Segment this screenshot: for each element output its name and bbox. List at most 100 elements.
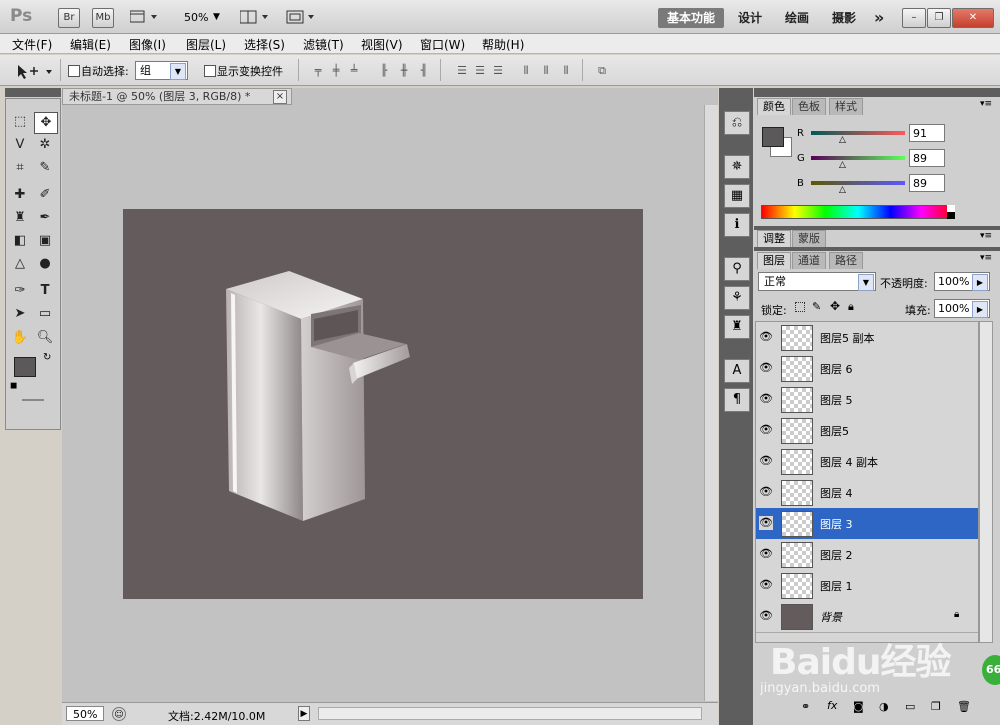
healing-brush-tool-icon[interactable]: ✚: [9, 185, 31, 205]
document-canvas[interactable]: [123, 209, 643, 599]
layer-row[interactable]: 👁︎ 图层 5: [756, 384, 978, 416]
tab-color[interactable]: 颜色: [757, 98, 791, 115]
dodge-tool-icon[interactable]: ●: [34, 254, 56, 274]
layer-row-background[interactable]: 👁︎ 背景 🔒︎: [756, 601, 978, 633]
opacity-field[interactable]: 100% ▶: [934, 272, 990, 291]
layers-panel-menu-icon[interactable]: ▾≡: [980, 253, 992, 263]
zoom-tool-icon[interactable]: 🔍︎: [34, 328, 56, 348]
layer-row[interactable]: 👁︎ 图层5: [756, 415, 978, 447]
layer-row[interactable]: 👁︎ 图层 1: [756, 570, 978, 602]
arrange-documents-menu[interactable]: [239, 9, 272, 25]
distribute-top-icon[interactable]: ☰: [454, 64, 470, 78]
align-bottom-icon[interactable]: ╧: [346, 64, 362, 78]
align-vcenter-icon[interactable]: ╪: [328, 64, 344, 78]
eraser-tool-icon[interactable]: ◧: [9, 231, 31, 251]
channel-g-value[interactable]: 89: [909, 149, 945, 167]
status-info-icon[interactable]: ☺: [112, 707, 126, 721]
channel-b-thumb[interactable]: △: [839, 185, 846, 195]
auto-select-dropdown[interactable]: 组 ▼: [135, 61, 188, 80]
lock-transparent-icon[interactable]: [795, 302, 805, 312]
eye-icon[interactable]: 👁︎: [759, 330, 773, 344]
layer-row-selected[interactable]: 👁︎ 图层 3: [756, 508, 978, 540]
layers-scrollbar[interactable]: [979, 321, 993, 643]
panel-menu-icon[interactable]: ▾≡: [980, 99, 992, 109]
foreground-color-swatch[interactable]: [14, 357, 36, 377]
show-transform-checkbox[interactable]: [204, 65, 216, 77]
eye-icon[interactable]: 👁︎: [759, 609, 773, 623]
color-fg-swatch[interactable]: [762, 127, 784, 147]
eye-icon[interactable]: 👁︎: [759, 454, 773, 468]
history-panel-icon[interactable]: ⎌: [724, 111, 750, 135]
type-tool-icon[interactable]: T: [34, 281, 56, 301]
histogram-panel-icon[interactable]: ▦: [724, 184, 750, 208]
menu-view[interactable]: 视图(V): [361, 36, 403, 53]
auto-select-checkbox[interactable]: [68, 65, 80, 77]
menu-layer[interactable]: 图层(L): [186, 36, 226, 53]
hand-tool-icon[interactable]: ✋: [9, 328, 31, 348]
tab-swatches[interactable]: 色板: [792, 98, 826, 115]
more-workspaces-button[interactable]: »: [874, 8, 884, 28]
layer-row[interactable]: 👁︎ 图层 6: [756, 353, 978, 385]
tab-adjustments[interactable]: 调整: [757, 230, 791, 247]
eye-icon[interactable]: 👁︎: [759, 423, 773, 437]
view-extras-menu[interactable]: [129, 9, 160, 25]
screen-mode-menu[interactable]: [286, 9, 318, 25]
tab-styles[interactable]: 样式: [829, 98, 863, 115]
move-tool-icon[interactable]: ✥: [34, 112, 58, 134]
clone-stamp-tool-icon[interactable]: ♜: [9, 208, 31, 228]
channel-r-value[interactable]: 91: [909, 124, 945, 142]
new-layer-icon[interactable]: ❐: [931, 700, 941, 713]
path-selection-tool-icon[interactable]: ➤: [9, 304, 31, 324]
character-panel-icon[interactable]: A: [724, 359, 750, 383]
mini-bridge-button[interactable]: Mb: [92, 8, 114, 28]
new-group-icon[interactable]: ▭: [905, 700, 915, 713]
distribute-hcenter-icon[interactable]: ⦀: [538, 64, 554, 78]
channel-b-value[interactable]: 89: [909, 174, 945, 192]
align-top-icon[interactable]: ╤: [310, 64, 326, 78]
distribute-left-icon[interactable]: ⦀: [518, 64, 534, 78]
brush-tool-icon[interactable]: ✐: [34, 185, 56, 205]
zoom-level-select[interactable]: 50%: [184, 11, 208, 24]
document-tab[interactable]: 未标题-1 @ 50% (图层 3, RGB/8) * ×: [62, 88, 292, 105]
menu-file[interactable]: 文件(F): [12, 36, 52, 53]
layer-style-icon[interactable]: fx: [827, 699, 837, 712]
spectrum-black-white-chip[interactable]: [947, 205, 955, 219]
channel-b-slider[interactable]: [811, 181, 905, 185]
workspace-painting[interactable]: 绘画: [785, 8, 809, 28]
eye-icon[interactable]: 👁︎: [759, 547, 773, 561]
channel-g-slider[interactable]: [811, 156, 905, 160]
tab-layers[interactable]: 图层: [757, 252, 791, 269]
history-brush-tool-icon[interactable]: ✒: [34, 208, 56, 228]
distribute-bottom-icon[interactable]: ☰: [490, 64, 506, 78]
pen-tool-icon[interactable]: ✑: [9, 281, 31, 301]
magic-wand-tool-icon[interactable]: ✲: [34, 135, 56, 155]
menu-window[interactable]: 窗口(W): [420, 36, 465, 53]
clone-source-panel-icon[interactable]: ⚘: [724, 286, 750, 310]
close-tab-icon[interactable]: ×: [273, 90, 287, 104]
vertical-scrollbar[interactable]: [704, 105, 718, 701]
horizontal-scrollbar[interactable]: [318, 707, 702, 720]
channel-r-slider[interactable]: [811, 131, 905, 135]
delete-layer-icon[interactable]: 🗑︎: [957, 700, 971, 713]
link-layers-icon[interactable]: ⚭: [801, 700, 810, 713]
workspace-photography[interactable]: 摄影: [832, 8, 856, 28]
align-right-icon[interactable]: ╢: [416, 64, 432, 78]
paragraph-panel-icon[interactable]: ¶: [724, 388, 750, 412]
menu-filter[interactable]: 滤镜(T): [303, 36, 344, 53]
minimize-button[interactable]: –: [902, 8, 926, 28]
tab-paths[interactable]: 路径: [829, 252, 863, 269]
auto-align-icon[interactable]: ⧉: [594, 64, 610, 78]
channel-g-thumb[interactable]: △: [839, 160, 846, 170]
lasso-tool-icon[interactable]: ᐯ: [9, 135, 31, 155]
eye-icon[interactable]: 👁︎: [759, 392, 773, 406]
eyedropper-tool-icon[interactable]: ✎: [34, 158, 56, 178]
menu-select[interactable]: 选择(S): [244, 36, 285, 53]
zoom-dropdown-arrow[interactable]: ▼: [213, 12, 220, 22]
lock-image-icon[interactable]: ✎: [812, 300, 821, 313]
tab-masks[interactable]: 蒙版: [792, 230, 826, 247]
layer-row[interactable]: 👁︎ 图层 4 副本: [756, 446, 978, 478]
gradient-tool-icon[interactable]: ▣: [34, 231, 56, 251]
adjust-panel-menu-icon[interactable]: ▾≡: [980, 231, 992, 241]
color-spectrum-bar[interactable]: [761, 205, 955, 219]
layer-row[interactable]: 👁︎ 图层5 副本: [756, 322, 978, 354]
